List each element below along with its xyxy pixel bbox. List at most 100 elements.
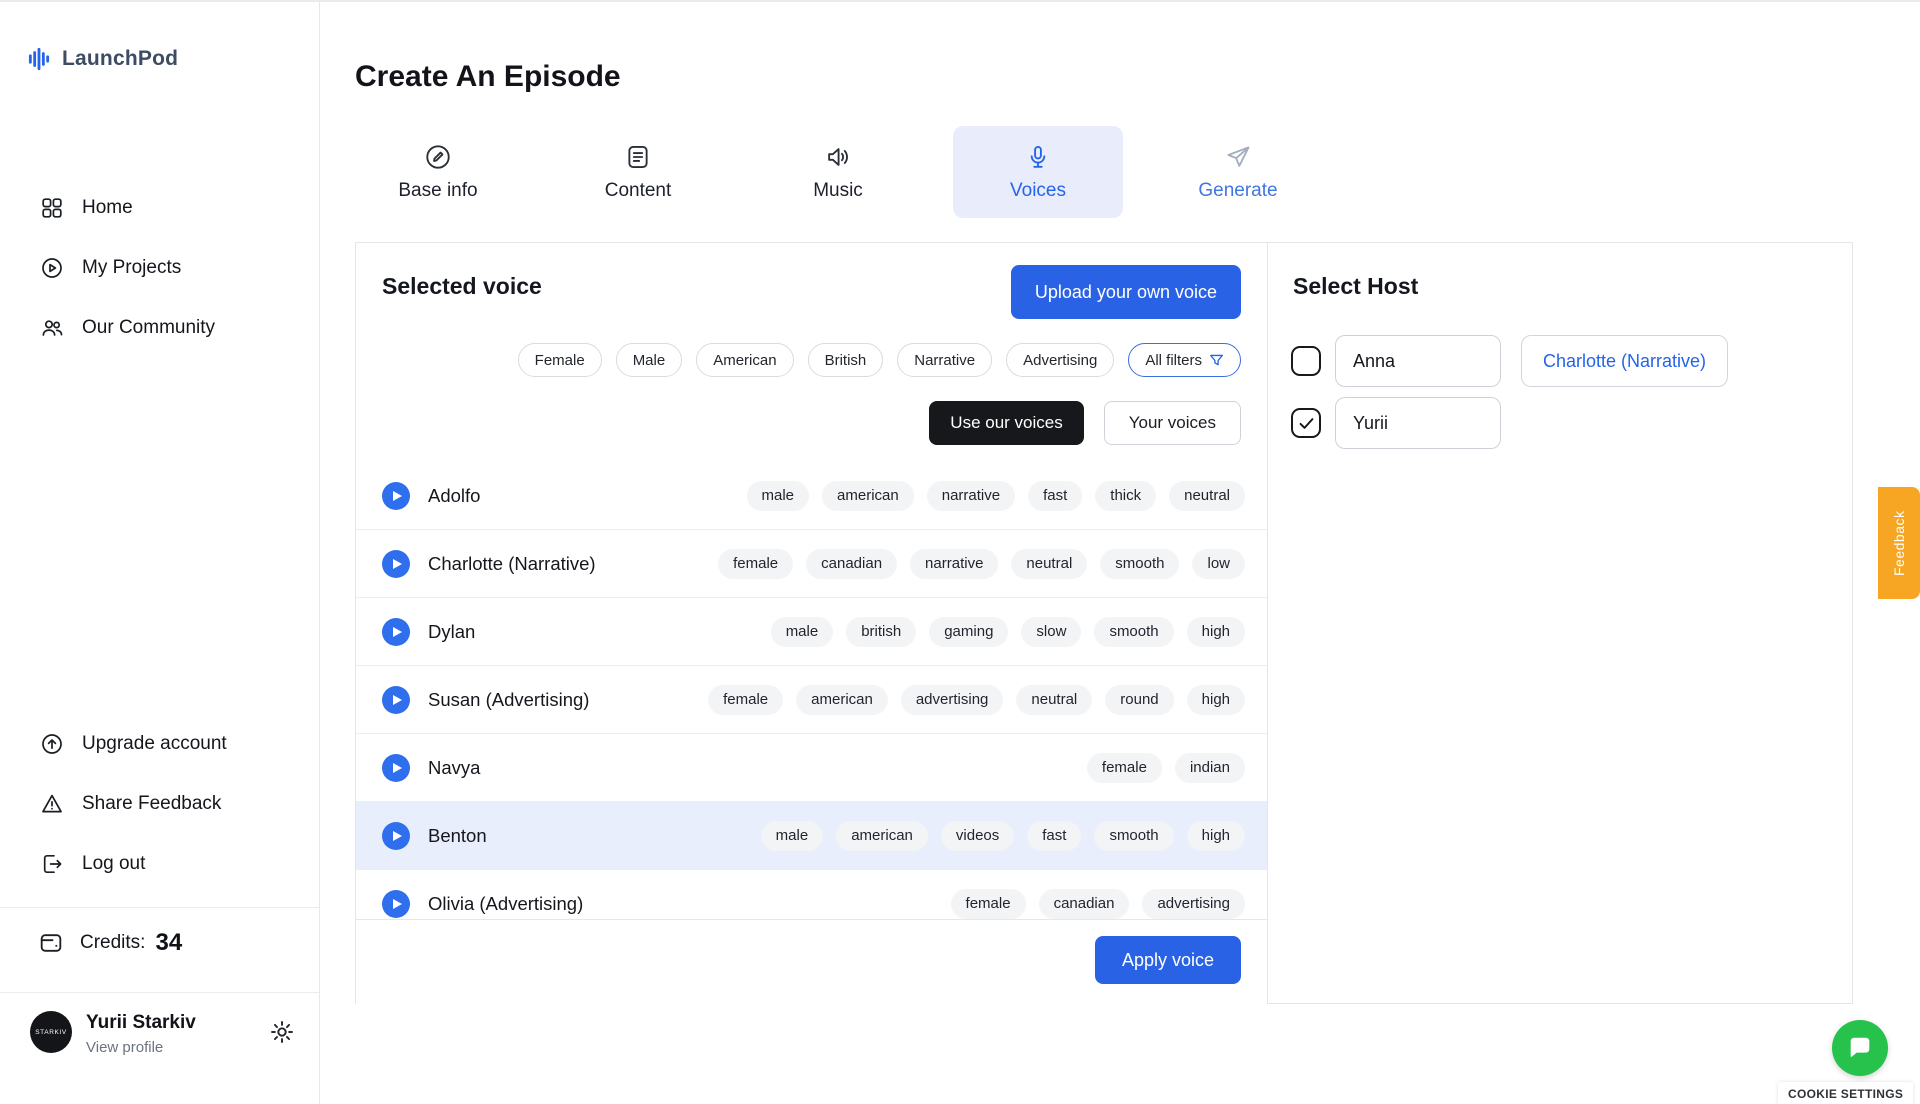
- play-voice-button[interactable]: [382, 686, 410, 714]
- sidebar: LaunchPod Home My Projects: [0, 2, 320, 1104]
- chat-widget-button[interactable]: [1832, 1020, 1888, 1076]
- voice-tag: male: [747, 481, 810, 511]
- cookie-settings-button[interactable]: COOKIE SETTINGS: [1778, 1082, 1913, 1104]
- upload-voice-button[interactable]: Upload your own voice: [1011, 265, 1241, 319]
- logout-icon: [40, 852, 64, 876]
- page-title: Create An Episode: [355, 60, 621, 94]
- play-voice-button[interactable]: [382, 822, 410, 850]
- sidebar-item-upgrade-account[interactable]: Upgrade account: [0, 714, 319, 774]
- your-voices-button[interactable]: Your voices: [1104, 401, 1241, 445]
- voice-tag: narrative: [910, 549, 998, 579]
- panels-container: Selected voice Upload your own voice Fem…: [355, 242, 1853, 1004]
- host-name-field[interactable]: Yurii: [1335, 397, 1501, 449]
- voice-tag: thick: [1095, 481, 1156, 511]
- voice-tag: canadian: [806, 549, 897, 579]
- people-icon: [40, 316, 64, 340]
- voice-row[interactable]: Navya femaleindian: [356, 734, 1267, 802]
- filter-chip[interactable]: Female: [518, 343, 602, 377]
- step-generate[interactable]: Generate: [1153, 126, 1323, 218]
- play-voice-button[interactable]: [382, 482, 410, 510]
- step-base-info[interactable]: Base info: [353, 126, 523, 218]
- host-checkbox[interactable]: [1291, 408, 1321, 438]
- filter-chip[interactable]: Narrative: [897, 343, 992, 377]
- voice-tag: high: [1187, 685, 1245, 715]
- voice-list: Adolfomaleamericannarrativefastthickneut…: [356, 462, 1267, 919]
- sidebar-item-our-community[interactable]: Our Community: [0, 298, 319, 358]
- sidebar-item-label: Our Community: [82, 317, 215, 339]
- voice-tag: gaming: [929, 617, 1008, 647]
- user-card: STARKIV Yurii Starkiv View profile: [0, 992, 319, 1104]
- credits-value: 34: [155, 929, 182, 957]
- voice-row[interactable]: Olivia (Advertising)femalecanadianadvert…: [356, 870, 1267, 919]
- host-row: Yurii: [1291, 397, 1501, 449]
- sidebar-item-label: Log out: [82, 853, 145, 875]
- play-voice-button[interactable]: [382, 618, 410, 646]
- play-voice-button[interactable]: [382, 890, 410, 918]
- step-label: Generate: [1198, 180, 1277, 202]
- voice-tag: narrative: [927, 481, 1015, 511]
- microphone-icon: [1024, 143, 1052, 171]
- voice-tag: american: [836, 821, 928, 851]
- apply-voice-button[interactable]: Apply voice: [1095, 936, 1241, 984]
- host-checkbox[interactable]: [1291, 346, 1321, 376]
- host-row: Anna Charlotte (Narrative): [1291, 335, 1728, 387]
- host-panel: Select Host Anna Charlotte (Narrative) Y…: [1269, 243, 1852, 1003]
- voice-tags: femaleindian: [1087, 753, 1245, 783]
- voice-tag: female: [951, 889, 1026, 919]
- voice-row[interactable]: Dylanmalebritishgamingslowsmoothhigh: [356, 598, 1267, 666]
- app-name: LaunchPod: [62, 47, 178, 71]
- use-our-voices-button[interactable]: Use our voices: [929, 401, 1083, 445]
- host-voice-button[interactable]: Charlotte (Narrative): [1521, 335, 1728, 387]
- user-name: Yurii Starkiv: [86, 1012, 196, 1034]
- all-filters-chip[interactable]: All filters: [1128, 343, 1241, 377]
- play-voice-button[interactable]: [382, 754, 410, 782]
- voice-name: Benton: [428, 825, 487, 847]
- voice-tag: female: [718, 549, 793, 579]
- voice-name: Navya: [428, 757, 480, 779]
- voice-tags: femalecanadiannarrativeneutralsmoothlow: [718, 549, 1245, 579]
- play-voice-button[interactable]: [382, 550, 410, 578]
- voice-tag: male: [771, 617, 834, 647]
- host-panel-title: Select Host: [1293, 273, 1418, 300]
- all-filters-label: All filters: [1145, 352, 1202, 369]
- voice-tags: malebritishgamingslowsmoothhigh: [771, 617, 1245, 647]
- voice-row[interactable]: Charlotte (Narrative)femalecanadiannarra…: [356, 530, 1267, 598]
- alert-triangle-icon: [40, 792, 64, 816]
- voice-row[interactable]: Susan (Advertising)femaleamericanadverti…: [356, 666, 1267, 734]
- filter-chip[interactable]: British: [808, 343, 884, 377]
- sidebar-item-my-projects[interactable]: My Projects: [0, 238, 319, 298]
- voice-tag: advertising: [1142, 889, 1245, 919]
- voice-tag: male: [761, 821, 824, 851]
- filter-chip[interactable]: American: [696, 343, 793, 377]
- sidebar-item-share-feedback[interactable]: Share Feedback: [0, 774, 319, 834]
- pencil-circle-icon: [424, 143, 452, 171]
- sidebar-item-log-out[interactable]: Log out: [0, 834, 319, 894]
- voice-tag: american: [822, 481, 914, 511]
- view-profile-link[interactable]: View profile: [86, 1039, 196, 1056]
- feedback-tab[interactable]: Feedback: [1878, 487, 1920, 599]
- waveform-logo-icon: [26, 46, 52, 72]
- step-music[interactable]: Music: [753, 126, 923, 218]
- voice-tag: neutral: [1016, 685, 1092, 715]
- voices-panel: Selected voice Upload your own voice Fem…: [356, 243, 1268, 1003]
- step-content[interactable]: Content: [553, 126, 723, 218]
- filter-chip[interactable]: Advertising: [1006, 343, 1114, 377]
- voice-tag: low: [1192, 549, 1245, 579]
- filter-chip[interactable]: Male: [616, 343, 683, 377]
- user-info: Yurii Starkiv View profile: [86, 1011, 196, 1056]
- voice-tag: fast: [1027, 821, 1081, 851]
- voice-row[interactable]: Adolfomaleamericannarrativefastthickneut…: [356, 462, 1267, 530]
- step-voices[interactable]: Voices: [953, 126, 1123, 218]
- host-name-field[interactable]: Anna: [1335, 335, 1501, 387]
- funnel-icon: [1209, 353, 1224, 368]
- gear-icon[interactable]: [269, 1019, 295, 1048]
- voice-row[interactable]: Bentonmaleamericanvideosfastsmoothhigh: [356, 802, 1267, 870]
- voice-tag: indian: [1175, 753, 1245, 783]
- voice-source-toggle: Use our voices Your voices: [929, 401, 1241, 445]
- avatar[interactable]: STARKIV: [30, 1011, 72, 1053]
- sidebar-item-home[interactable]: Home: [0, 178, 319, 238]
- voice-tag: round: [1105, 685, 1173, 715]
- voice-name: Olivia (Advertising): [428, 893, 583, 915]
- voice-tag: smooth: [1094, 617, 1173, 647]
- page: LaunchPod Home My Projects: [0, 0, 1920, 1104]
